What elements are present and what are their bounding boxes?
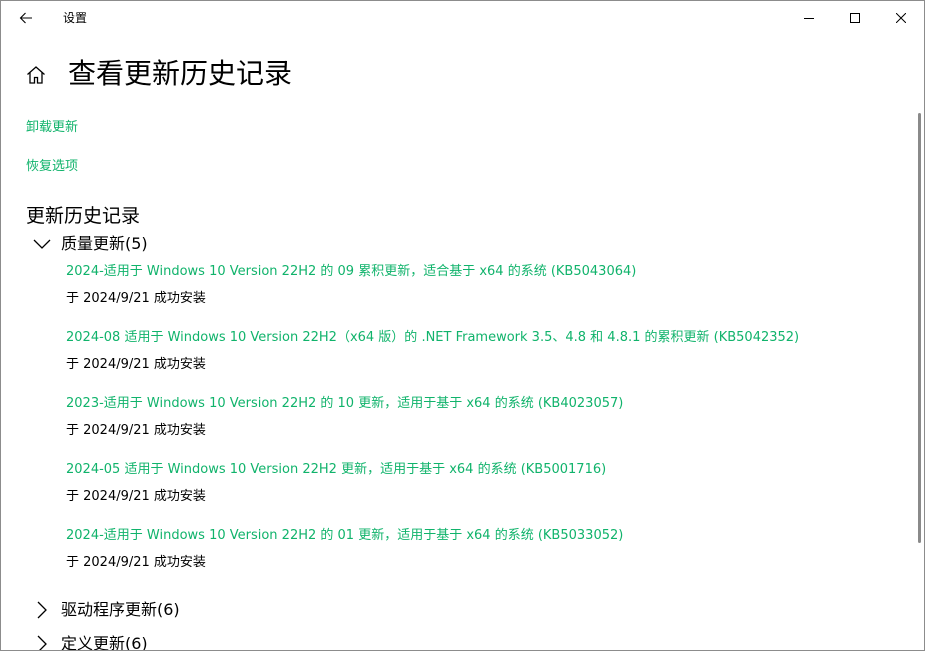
list-item: 2023-适用于 Windows 10 Version 22H2 的 10 更新… (66, 395, 896, 461)
back-arrow-icon (19, 12, 32, 24)
update-status: 于 2024/9/21 成功安装 (66, 555, 206, 570)
home-button[interactable] (25, 64, 47, 86)
history-section-title: 更新历史记录 (26, 205, 141, 227)
list-item: 2024-适用于 Windows 10 Version 22H2 的 01 更新… (66, 527, 896, 593)
update-status: 于 2024/9/21 成功安装 (66, 489, 206, 504)
update-title-link[interactable]: 2024-05 适用于 Windows 10 Version 22H2 更新，适… (66, 461, 606, 479)
back-button[interactable] (7, 1, 45, 35)
recovery-options-link[interactable]: 恢复选项 (26, 158, 78, 176)
page-title: 查看更新历史记录 (68, 57, 293, 90)
close-icon (896, 13, 906, 23)
title-bar: 设置 (1, 1, 924, 35)
update-title-link[interactable]: 2024-适用于 Windows 10 Version 22H2 的 09 累积… (66, 263, 636, 281)
group-driver-updates[interactable]: 驱动程序更新(6) (31, 598, 180, 622)
group-label: 定义更新(6) (61, 634, 148, 651)
list-item: 2024-08 适用于 Windows 10 Version 22H2（x64 … (66, 329, 896, 395)
close-button[interactable] (878, 1, 924, 35)
update-status: 于 2024/9/21 成功安装 (66, 291, 206, 306)
minimize-button[interactable] (786, 1, 832, 35)
quality-updates-list: 2024-适用于 Windows 10 Version 22H2 的 09 累积… (66, 263, 896, 593)
group-quality-updates[interactable]: 质量更新(5) (31, 232, 148, 256)
window-title: 设置 (63, 11, 88, 25)
settings-window: 设置 查看更新历史记录 卸载更新 恢复选项 更新历史记录 质量更新(5) 202… (0, 0, 925, 651)
list-item: 2024-适用于 Windows 10 Version 22H2 的 09 累积… (66, 263, 896, 329)
vertical-scrollbar[interactable] (918, 113, 921, 543)
chevron-down-icon (31, 233, 53, 255)
update-status: 于 2024/9/21 成功安装 (66, 423, 206, 438)
group-label: 驱动程序更新(6) (61, 600, 180, 619)
home-icon (27, 66, 45, 84)
uninstall-updates-link[interactable]: 卸载更新 (26, 119, 78, 137)
update-title-link[interactable]: 2024-适用于 Windows 10 Version 22H2 的 01 更新… (66, 527, 623, 545)
chevron-right-icon (31, 599, 53, 621)
update-title-link[interactable]: 2023-适用于 Windows 10 Version 22H2 的 10 更新… (66, 395, 623, 413)
group-definition-updates[interactable]: 定义更新(6) (31, 632, 148, 651)
update-title-link[interactable]: 2024-08 适用于 Windows 10 Version 22H2（x64 … (66, 329, 799, 347)
maximize-icon (850, 13, 860, 23)
maximize-button[interactable] (832, 1, 878, 35)
minimize-icon (804, 18, 814, 19)
list-item: 2024-05 适用于 Windows 10 Version 22H2 更新，适… (66, 461, 896, 527)
update-status: 于 2024/9/21 成功安装 (66, 357, 206, 372)
chevron-right-icon (31, 633, 53, 650)
group-label: 质量更新(5) (61, 234, 148, 253)
